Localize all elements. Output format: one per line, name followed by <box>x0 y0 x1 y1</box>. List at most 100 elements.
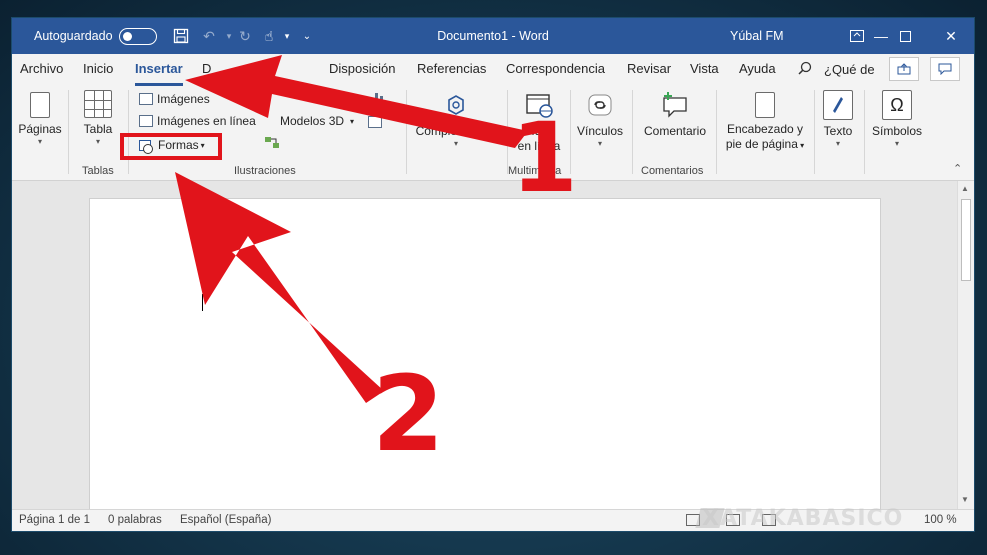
shapes-highlight-box <box>120 133 222 160</box>
word-window: Autoguardado ↶ ▾ ↻ ☝ ▾ ⌄ Documento1 - Wo… <box>12 18 974 531</box>
images-icon <box>139 93 153 105</box>
pages-button[interactable]: Páginas ▾ <box>18 90 62 147</box>
3d-models-button[interactable]: Modelos 3D ▾ <box>280 114 354 128</box>
table-icon <box>84 90 112 118</box>
language-status[interactable]: Español (España) <box>180 514 271 526</box>
comments-button[interactable] <box>930 57 960 81</box>
word-count[interactable]: 0 palabras <box>108 514 162 526</box>
chart-icon[interactable] <box>368 90 384 106</box>
new-comment-label: Comentario <box>643 124 707 138</box>
online-images-label: Imágenes en línea <box>157 114 256 128</box>
maximize-icon[interactable] <box>882 18 928 54</box>
save-icon[interactable] <box>170 18 192 54</box>
group-label-comentarios: Comentarios <box>641 165 704 177</box>
tab-correspondencia[interactable]: Correspondencia <box>506 61 605 76</box>
close-icon[interactable]: ✕ <box>928 18 974 54</box>
tab-referencias[interactable]: Referencias <box>417 61 486 76</box>
tab-diseno[interactable]: D <box>202 61 211 76</box>
online-images-button[interactable]: Imágenes en línea <box>139 114 256 128</box>
group-separator <box>632 90 633 174</box>
insert-ribbon: Páginas ▾ Tabla ▾ Tablas Imágenes Imágen… <box>12 86 974 181</box>
header-footer-label-1: Encabezado y <box>726 122 804 136</box>
symbols-button[interactable]: Ω Símbolos ▾ <box>870 90 924 149</box>
group-separator <box>814 90 815 174</box>
page-count[interactable]: Página 1 de 1 <box>19 514 90 526</box>
smartart-icon[interactable] <box>264 136 280 150</box>
addins-label: Complementos <box>415 124 497 138</box>
text-cursor <box>202 294 203 311</box>
undo-icon[interactable]: ↶ <box>198 18 220 54</box>
addins-button[interactable]: Complementos ▾ <box>413 90 499 149</box>
links-caret-icon: ▾ <box>597 139 602 148</box>
text-label: Texto <box>823 124 853 138</box>
title-bar: Autoguardado ↶ ▾ ↻ ☝ ▾ ⌄ Documento1 - Wo… <box>12 18 974 54</box>
text-button[interactable]: Texto ▾ <box>818 90 858 149</box>
links-button[interactable]: Vínculos ▾ <box>575 90 625 149</box>
touch-dropdown-icon[interactable]: ▾ <box>276 18 298 54</box>
tab-inicio[interactable]: Inicio <box>83 61 113 76</box>
tab-revisar[interactable]: Revisar <box>627 61 671 76</box>
group-separator <box>128 90 129 174</box>
document-page[interactable] <box>89 198 881 518</box>
text-caret-icon: ▾ <box>835 139 840 148</box>
collapse-ribbon-icon[interactable]: ⌃ <box>953 162 962 175</box>
group-separator <box>507 90 508 174</box>
scroll-down-icon[interactable]: ▼ <box>961 495 969 504</box>
header-footer-label-2: pie de página <box>725 137 798 151</box>
autosave-label: Autoguardado <box>34 29 113 43</box>
header-footer-icon <box>755 92 775 118</box>
annotation-number-2: 2 <box>372 353 445 475</box>
tab-disposicion[interactable]: Disposición <box>329 61 395 76</box>
toggle-knob <box>123 31 132 41</box>
vertical-scrollbar[interactable]: ▲ ▼ <box>957 181 974 509</box>
images-label: Imágenes <box>157 92 210 106</box>
tab-ayuda[interactable]: Ayuda <box>739 61 776 76</box>
header-footer-button[interactable]: Encabezado y pie de página ▾ <box>722 90 808 153</box>
tab-archivo[interactable]: Archivo <box>20 61 63 76</box>
header-footer-caret-icon: ▾ <box>797 141 805 150</box>
table-caret-icon: ▾ <box>95 137 100 146</box>
pages-caret-icon: ▾ <box>37 137 42 146</box>
new-comment-icon <box>660 90 690 120</box>
group-label-tablas: Tablas <box>82 165 114 177</box>
share-button[interactable] <box>889 57 919 81</box>
online-images-icon <box>139 115 153 127</box>
customize-qat-icon[interactable]: ⌄ <box>296 18 318 54</box>
tell-me-search[interactable]: ¿Qué de <box>824 62 875 77</box>
tab-insertar[interactable]: Insertar <box>135 61 183 76</box>
group-separator <box>406 90 407 174</box>
link-icon <box>585 90 615 120</box>
tab-vista[interactable]: Vista <box>690 61 719 76</box>
annotation-number-1: 1 <box>511 102 578 214</box>
pages-icon <box>30 92 50 118</box>
group-separator <box>864 90 865 174</box>
autosave-toggle[interactable] <box>119 28 157 45</box>
addins-caret-icon: ▾ <box>453 139 458 148</box>
zoom-level[interactable]: 100 % <box>924 514 957 526</box>
table-button[interactable]: Tabla ▾ <box>80 90 116 147</box>
symbols-label: Símbolos <box>871 124 923 138</box>
screenshot-icon-shape <box>368 116 382 128</box>
scrollbar-thumb[interactable] <box>961 199 971 281</box>
ribbon-tabs: Archivo Inicio Insertar D Disposición Re… <box>12 54 974 86</box>
redo-icon[interactable]: ↻ <box>234 18 256 54</box>
new-comment-button[interactable]: Comentario <box>638 90 712 139</box>
watermark: XATAKABASICO <box>702 506 904 531</box>
omega-icon: Ω <box>882 90 912 120</box>
group-separator <box>716 90 717 174</box>
search-icon[interactable] <box>798 61 812 78</box>
document-area: ▲ ▼ <box>12 181 974 518</box>
screenshot-icon[interactable] <box>368 116 386 128</box>
text-box-icon <box>823 90 853 120</box>
group-separator <box>68 90 69 174</box>
addins-icon <box>441 90 471 120</box>
user-name[interactable]: Yúbal FM <box>730 18 784 54</box>
symbols-caret-icon: ▾ <box>894 139 899 148</box>
group-label-ilustraciones: Ilustraciones <box>234 165 296 177</box>
table-label: Tabla <box>83 122 113 136</box>
3d-models-label: Modelos 3D <box>280 114 345 128</box>
images-button[interactable]: Imágenes <box>139 92 210 106</box>
3d-models-caret-icon: ▾ <box>350 116 355 126</box>
scroll-up-icon[interactable]: ▲ <box>961 184 969 193</box>
links-label: Vínculos <box>576 124 624 138</box>
